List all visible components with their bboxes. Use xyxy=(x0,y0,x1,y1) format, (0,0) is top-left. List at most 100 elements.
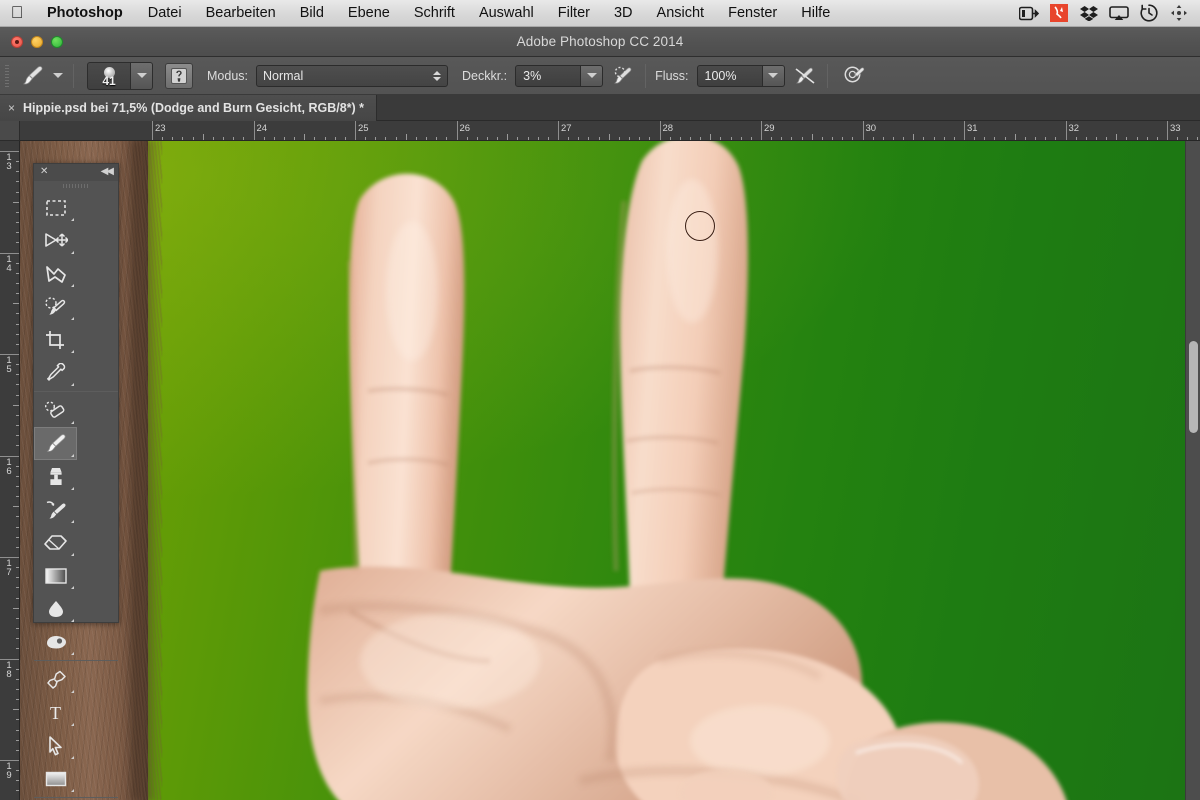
path-selection-tool[interactable] xyxy=(34,729,77,762)
tool-flyout-corner-icon xyxy=(71,520,74,523)
tool-flyout-corner-icon xyxy=(71,789,74,792)
ruler-label-h: 29 xyxy=(764,123,775,134)
ruler-label-h: 32 xyxy=(1068,123,1080,134)
marquee-tool[interactable] xyxy=(34,191,77,224)
menu-item-ansicht[interactable]: Ansicht xyxy=(645,0,717,27)
gradient-tool[interactable] xyxy=(34,559,77,592)
tool-flyout-corner-icon xyxy=(71,383,74,386)
quick-selection-tool[interactable] xyxy=(34,290,77,323)
tool-flyout-corner-icon xyxy=(71,317,74,320)
ruler-origin-corner[interactable] xyxy=(0,121,20,141)
options-bar-grip[interactable] xyxy=(0,57,14,95)
tool-flyout-corner-icon xyxy=(71,690,74,693)
tools-panel-header: ✕ ◀◀ xyxy=(34,164,118,181)
opacity-label: Deckkr.: xyxy=(462,68,508,83)
airbrush-icon[interactable] xyxy=(790,62,820,90)
brush-preset-caret[interactable] xyxy=(50,64,66,88)
close-icon[interactable]: ✕ xyxy=(40,167,48,177)
opacity-input[interactable]: 3% xyxy=(515,64,582,87)
menu-item-bearbeiten[interactable]: Bearbeiten xyxy=(194,0,288,27)
tool-flyout-corner-icon xyxy=(71,487,74,490)
document-tab-title: Hippie.psd bei 71,5% (Dodge and Burn Ges… xyxy=(23,101,365,115)
tool-flyout-corner-icon xyxy=(71,756,74,759)
tool-flyout-corner-icon xyxy=(71,218,74,221)
tablet-pressure-icon[interactable] xyxy=(165,62,193,89)
vertical-ruler[interactable]: 13141516171819 xyxy=(0,141,20,800)
brush-size-value: 41 xyxy=(102,73,116,88)
airplay-icon[interactable] xyxy=(1104,0,1134,27)
opacity-caret[interactable] xyxy=(581,64,604,87)
tools-panel-grip[interactable] xyxy=(34,181,118,191)
menu-item-auswahl[interactable]: Auswahl xyxy=(467,0,546,27)
healing-brush-tool[interactable] xyxy=(34,394,77,427)
tool-flyout-corner-icon xyxy=(71,586,74,589)
brush-size-field[interactable]: 41 xyxy=(87,61,131,90)
image-canvas[interactable] xyxy=(20,141,1185,800)
move-handle-icon[interactable] xyxy=(1164,0,1194,27)
tools-grid: T xyxy=(34,191,118,800)
document-tab-strip: × Hippie.psd bei 71,5% (Dodge and Burn G… xyxy=(0,95,1200,121)
blur-tool[interactable] xyxy=(34,592,77,625)
window-title: Adobe Photoshop CC 2014 xyxy=(516,34,684,49)
dodge-tool[interactable] xyxy=(34,625,77,658)
horizontal-ruler[interactable]: 23 24 25 26 27 28 29 30 31 32 33 xyxy=(20,121,1200,141)
brush-panel-caret[interactable] xyxy=(131,61,153,90)
menu-item-photoshop[interactable]: Photoshop xyxy=(34,0,136,27)
eyedropper-tool[interactable] xyxy=(34,356,77,389)
flow-label: Fluss: xyxy=(655,68,689,83)
eraser-tool[interactable] xyxy=(34,526,77,559)
screen-export-icon[interactable] xyxy=(1014,0,1044,27)
tools-divider-2 xyxy=(34,660,118,661)
clone-stamp-tool[interactable] xyxy=(34,460,77,493)
vertical-scrollbar-thumb[interactable] xyxy=(1189,341,1198,433)
menu-item-bild[interactable]: Bild xyxy=(288,0,336,27)
ruler-label-h: 26 xyxy=(459,123,471,134)
options-divider-1 xyxy=(73,63,74,88)
document-tab[interactable]: × Hippie.psd bei 71,5% (Dodge and Burn G… xyxy=(0,95,378,121)
tool-flyout-corner-icon xyxy=(71,723,74,726)
brush-tool-preview-icon[interactable] xyxy=(14,63,50,89)
collapse-panel-icon[interactable]: ◀◀ xyxy=(101,167,114,177)
rectangle-tool[interactable] xyxy=(34,762,77,795)
dropbox-icon[interactable] xyxy=(1074,0,1104,27)
lasso-tool[interactable] xyxy=(34,257,77,290)
flow-caret[interactable] xyxy=(762,64,785,87)
flow-input[interactable]: 100% xyxy=(696,64,763,87)
vertical-scrollbar[interactable] xyxy=(1185,141,1200,800)
apple-logo-icon[interactable]:  xyxy=(0,4,34,23)
ruler-label-h: 31 xyxy=(967,123,978,134)
document-image xyxy=(20,141,1185,800)
mac-menu-bar:  Photoshop Datei Bearbeiten Bild Ebene … xyxy=(0,0,1200,27)
recording-app-icon[interactable] xyxy=(1044,0,1074,27)
blend-mode-stepper-icon xyxy=(433,70,441,81)
menu-item-ebene[interactable]: Ebene xyxy=(336,0,402,27)
ruler-label-h: 30 xyxy=(865,123,877,134)
menu-item-schrift[interactable]: Schrift xyxy=(402,0,467,27)
ruler-label-h: 23 xyxy=(155,123,166,134)
menu-item-hilfe[interactable]: Hilfe xyxy=(789,0,842,27)
menu-item-fenster[interactable]: Fenster xyxy=(716,0,789,27)
close-document-icon[interactable]: × xyxy=(8,102,15,114)
history-brush-tool[interactable] xyxy=(34,493,77,526)
crop-tool[interactable] xyxy=(34,323,77,356)
tool-flyout-corner-icon xyxy=(71,454,74,457)
ruler-label-h: 25 xyxy=(358,123,369,134)
tool-flyout-corner-icon xyxy=(71,284,74,287)
brush-angle-icon[interactable] xyxy=(840,62,870,90)
ruler-label-h: 24 xyxy=(256,123,268,134)
opacity-pressure-icon[interactable] xyxy=(608,62,638,90)
menu-item-filter[interactable]: Filter xyxy=(546,0,602,27)
brush-tool[interactable] xyxy=(34,427,77,460)
type-tool[interactable]: T xyxy=(34,696,77,729)
tools-divider-1 xyxy=(34,391,118,392)
hair-edge-strands xyxy=(130,141,162,800)
menu-item-3d[interactable]: 3D xyxy=(602,0,645,27)
tool-flyout-corner-icon xyxy=(71,652,74,655)
window-title-bar: Adobe Photoshop CC 2014 xyxy=(0,27,1200,57)
menu-item-datei[interactable]: Datei xyxy=(136,0,194,27)
time-machine-icon[interactable] xyxy=(1134,0,1164,27)
move-tool[interactable] xyxy=(34,224,77,257)
pen-tool[interactable] xyxy=(34,663,77,696)
options-divider-2 xyxy=(645,63,647,88)
blend-mode-select[interactable]: Normal xyxy=(256,64,448,87)
